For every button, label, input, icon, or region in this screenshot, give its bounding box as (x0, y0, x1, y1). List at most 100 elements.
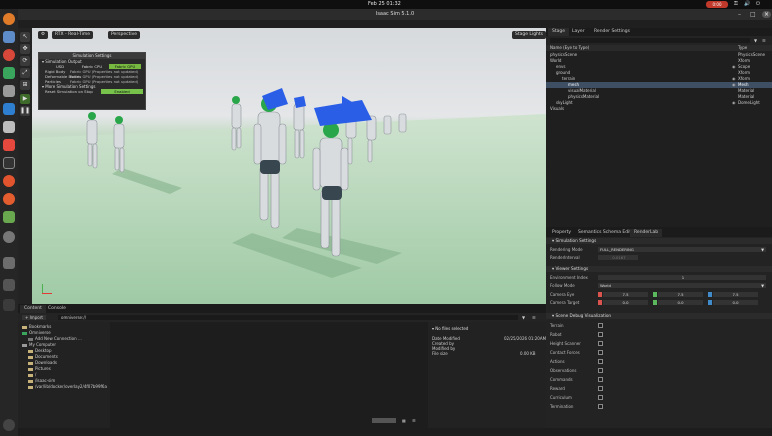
rendering-mode-dropdown[interactable]: FULL_RENDERING ▼ (598, 247, 766, 252)
debug-row: Contact Forces (546, 349, 772, 356)
camera-target-z[interactable]: 0.0 (713, 300, 758, 305)
debug-checkbox[interactable] (598, 350, 603, 355)
chrome-icon[interactable] (3, 49, 15, 61)
maximize-icon[interactable]: □ (750, 11, 756, 18)
viewport-settings-icon[interactable]: ⚙ (38, 31, 48, 39)
debug-checkbox[interactable] (598, 386, 603, 391)
simulation-settings-panel: Simulation Settings ▾ Simulation Output … (38, 52, 146, 110)
play-icon[interactable]: ▶ (20, 94, 30, 104)
camera-eye-y[interactable]: 7.5 (658, 292, 703, 297)
camera-eye-z[interactable]: 7.5 (713, 292, 758, 297)
filter-icon[interactable]: ▼ (754, 38, 757, 43)
add-icon (28, 337, 33, 341)
reset-sim-toggle[interactable]: Enabled (101, 89, 143, 94)
tab-stage[interactable]: Stage (548, 28, 570, 36)
folder-icon (28, 349, 33, 353)
firefox-icon[interactable] (3, 13, 15, 25)
debug-checkbox[interactable] (598, 395, 603, 400)
zoom-slider[interactable] (372, 418, 396, 423)
camera-target-y[interactable]: 0.0 (658, 300, 703, 305)
recording-indicator[interactable]: 0:00 (706, 1, 728, 8)
path-input[interactable]: omniverse:// (58, 315, 518, 320)
tree-item-docker[interactable]: /var/lib/docker/overlay2/4f07b99f6a (28, 384, 107, 390)
debug-checkbox[interactable] (598, 359, 603, 364)
close-icon[interactable]: × (762, 11, 772, 18)
options-icon[interactable]: ☰ (762, 38, 766, 43)
camera-dropdown[interactable]: Perspective (108, 31, 141, 39)
stage-tabs: Stage Layer Render Settings (546, 28, 772, 36)
debug-label: Commands (550, 377, 573, 382)
follow-mode-dropdown[interactable]: World ▼ (598, 283, 766, 288)
grid-view-icon[interactable]: ▦ (402, 418, 406, 423)
tab-renderlab[interactable]: RenderLab (630, 229, 663, 237)
debug-label: Terrain (550, 323, 564, 328)
tab-content[interactable]: Content (20, 305, 46, 313)
left-toolbar: ↖ ✥ ⟳ ⤢ ⊞ ▶ ❚❚ (18, 28, 32, 304)
system-top-bar: Feb 25 01:32 0:00 ⚿ 🔊 ⏻ (0, 0, 772, 9)
gedit-icon[interactable] (3, 121, 15, 133)
debug-checkbox[interactable] (598, 368, 603, 373)
window-title-bar: Isaac Sim 5.1.0 – □ × (18, 9, 772, 20)
folder-icon (28, 355, 33, 359)
pause-icon[interactable]: ❚❚ (20, 106, 30, 116)
scene-debug-header[interactable]: ▾ Scene Debug Visualization (546, 313, 772, 319)
network-icon[interactable]: ⚿ (734, 1, 738, 7)
filter-icon[interactable]: ▼ (522, 315, 525, 320)
settings-icon[interactable] (3, 231, 15, 243)
debug-checkbox[interactable] (598, 404, 603, 409)
terminal2-icon[interactable] (3, 157, 15, 169)
debug-checkbox[interactable] (598, 341, 603, 346)
tab-property[interactable]: Property (548, 229, 575, 237)
stage-search-input[interactable] (550, 38, 750, 43)
scale-tool-icon[interactable]: ⤢ (20, 68, 30, 78)
lights-dropdown[interactable]: Stage Lights (512, 31, 546, 39)
stage-row[interactable]: Visuals (546, 106, 772, 112)
drive-icon[interactable] (3, 299, 15, 311)
tab-console[interactable]: Console (44, 305, 70, 313)
options-icon[interactable]: ☰ (532, 315, 536, 320)
mail-icon[interactable] (3, 139, 15, 151)
chevron-down-icon: ▼ (761, 283, 764, 288)
stage-search-bar: ▼ ☰ (546, 36, 772, 45)
camera-target-x[interactable]: 0.0 (603, 300, 648, 305)
render-mode-dropdown[interactable]: RTX - Real-Time (52, 31, 94, 39)
files-icon[interactable] (3, 31, 15, 43)
tab-layer[interactable]: Layer (568, 28, 589, 36)
render-interval-field[interactable]: 0.0167 (598, 255, 638, 260)
follow-mode-row: Follow Mode World ▼ (546, 282, 772, 289)
import-button[interactable]: + Import (22, 315, 46, 320)
debug-checkbox[interactable] (598, 323, 603, 328)
usb-icon[interactable] (3, 279, 15, 291)
minimize-icon[interactable]: – (738, 11, 741, 18)
move-tool-icon[interactable]: ✥ (20, 44, 30, 54)
file-list[interactable]: ▦ ☰ (110, 322, 428, 428)
folder-icon (28, 373, 33, 377)
file-info-panel: ▾ No files selected Date Modified 02/25/… (428, 322, 546, 428)
debug-checkbox[interactable] (598, 377, 603, 382)
software-icon[interactable] (3, 193, 15, 205)
nvidia-icon[interactable] (3, 211, 15, 223)
terminal-icon[interactable] (3, 67, 15, 79)
trash-icon[interactable] (3, 257, 15, 269)
folder-icon (22, 325, 27, 329)
info-key: File size (432, 351, 448, 356)
z-axis-marker (708, 300, 712, 305)
snap-tool-icon[interactable]: ⊞ (20, 80, 30, 90)
sim-settings-header[interactable]: ▾ Simulation Settings (546, 238, 772, 244)
power-icon[interactable]: ⏻ (756, 1, 760, 7)
tab-render-settings[interactable]: Render Settings (590, 28, 634, 36)
env-index-field[interactable]: 1 (598, 275, 766, 280)
camera-eye-x[interactable]: 7.5 (603, 292, 648, 297)
select-tool-icon[interactable]: ↖ (20, 32, 30, 42)
ubuntu-icon[interactable] (3, 175, 15, 187)
volume-icon[interactable]: 🔊 (744, 1, 750, 7)
vscode-icon[interactable] (3, 103, 15, 115)
list-view-icon[interactable]: ☰ (412, 418, 416, 423)
folder-icon (28, 385, 33, 389)
apps-grid-icon[interactable] (3, 419, 15, 431)
app-icon[interactable] (3, 85, 15, 97)
viewer-settings-header[interactable]: ▾ Viewer Settings (546, 266, 772, 272)
app-dock (0, 9, 18, 436)
rotate-tool-icon[interactable]: ⟳ (20, 56, 30, 66)
debug-checkbox[interactable] (598, 332, 603, 337)
